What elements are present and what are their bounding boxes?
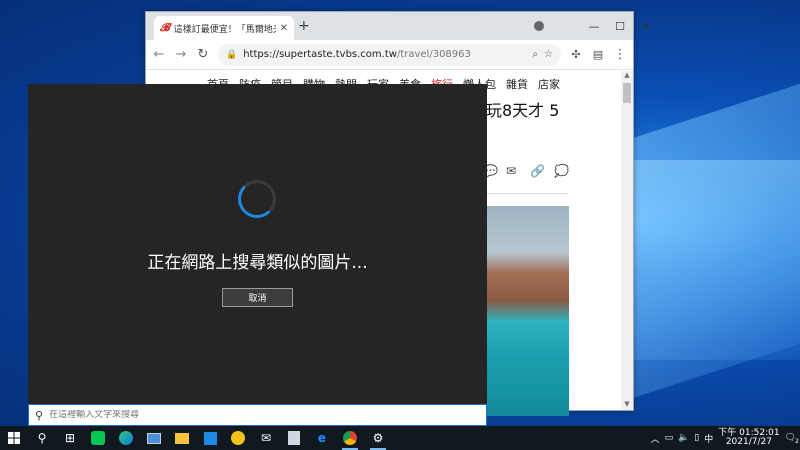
browser-tab[interactable]: 𝓑 這樣訂最便宜！「馬爾地夫 ✕: [154, 16, 294, 40]
tab-bar: 𝓑 這樣訂最便宜！「馬爾地夫 ✕ + — ☐: [146, 12, 633, 40]
chrome-app-icon[interactable]: [336, 426, 364, 450]
reload-button[interactable]: ↻: [196, 47, 210, 62]
store-app-icon[interactable]: [196, 426, 224, 450]
notes-app-icon[interactable]: [280, 426, 308, 450]
divider: [486, 193, 568, 194]
scroll-thumb[interactable]: [623, 83, 631, 103]
system-tray: ︿ ▭ 🔈 ▯ 中 下午 01:52:01 2021/7/27 🗨 2: [651, 426, 800, 450]
nav-item[interactable]: 店家: [538, 76, 560, 93]
lock-icon[interactable]: 🔒: [226, 50, 237, 60]
extensions-icon[interactable]: ✣: [569, 48, 583, 61]
search-input[interactable]: [49, 410, 486, 420]
bookmark-star-icon[interactable]: ☆: [544, 49, 553, 60]
forward-button[interactable]: →: [174, 47, 188, 62]
searching-message: 正在網路上搜尋類似的圖片...: [147, 253, 368, 273]
clock[interactable]: 下午 01:52:01 2021/7/27: [718, 429, 779, 447]
scroll-down-icon[interactable]: ▼: [621, 400, 633, 410]
menu-icon[interactable]: ⋮: [613, 47, 627, 62]
scroll-up-icon[interactable]: ▲: [621, 71, 633, 81]
search-taskbar-icon[interactable]: ⚲: [28, 426, 56, 450]
settings-app-icon[interactable]: ⚙: [364, 426, 392, 450]
notification-center-icon[interactable]: 🗨 2: [785, 433, 799, 445]
tray-chevron-icon[interactable]: ︿: [651, 432, 660, 445]
copy-link-icon[interactable]: 🔗: [530, 164, 545, 178]
tab-close-icon[interactable]: ✕: [280, 23, 288, 34]
site-favicon-icon: 𝓑: [160, 21, 170, 34]
minimize-button[interactable]: —: [581, 12, 607, 40]
tab-title: 這樣訂最便宜！「馬爾地夫: [173, 24, 276, 35]
address-bar[interactable]: 🔒 https://supertaste.tvbs.com.tw/travel/…: [218, 43, 561, 66]
url-text[interactable]: https://supertaste.tvbs.com.tw/travel/30…: [243, 49, 526, 60]
volume-icon[interactable]: 🔈: [678, 433, 689, 443]
edge-app-icon[interactable]: [112, 426, 140, 450]
app-yellow-icon[interactable]: [224, 426, 252, 450]
cancel-button[interactable]: 取消: [222, 288, 293, 307]
chrome-profile-icon[interactable]: [534, 21, 544, 31]
new-tab-button[interactable]: +: [298, 18, 310, 34]
ime-indicator[interactable]: 中: [704, 432, 713, 445]
search-icon: ⚲: [35, 408, 44, 422]
loading-spinner-icon: [238, 180, 276, 218]
remote-desktop-icon[interactable]: [140, 426, 168, 450]
scrollbar[interactable]: ▲ ▼: [621, 71, 633, 410]
taskbar: ⚲ ⊞ ✉ e ⚙ ︿ ▭ 🔈 ▯ 中 下午 01:52:01 2021/7/2…: [0, 426, 800, 450]
article-headline: 玩8天才 5: [486, 101, 560, 120]
start-button[interactable]: [0, 426, 28, 450]
close-button[interactable]: ✕: [633, 12, 659, 40]
browser-toolbar: ← → ↻ 🔒 https://supertaste.tvbs.com.tw/t…: [146, 40, 633, 70]
network-icon[interactable]: ▭: [665, 433, 674, 443]
line-app-icon[interactable]: [84, 426, 112, 450]
power-icon[interactable]: ▯: [694, 433, 699, 443]
maximize-button[interactable]: ☐: [607, 12, 633, 40]
wallpaper-light-beam-2: [630, 160, 800, 360]
back-button[interactable]: ←: [152, 47, 166, 62]
comment-icon[interactable]: 💭: [554, 164, 569, 178]
file-explorer-icon[interactable]: [168, 426, 196, 450]
taskbar-search-box[interactable]: ⚲: [28, 404, 487, 426]
article-photo: [486, 206, 569, 416]
clock-date: 2021/7/27: [725, 437, 772, 447]
ie-app-icon[interactable]: e: [308, 426, 336, 450]
messenger-share-icon[interactable]: ✉: [506, 164, 516, 178]
reading-list-icon[interactable]: ▤: [591, 48, 605, 61]
notification-count: 2: [795, 438, 799, 445]
task-view-icon[interactable]: ⊞: [56, 426, 84, 450]
zoom-icon[interactable]: ⌕: [532, 49, 538, 60]
mail-app-icon[interactable]: ✉: [252, 426, 280, 450]
visual-search-panel: 正在網路上搜尋類似的圖片... 取消: [28, 84, 487, 404]
nav-item[interactable]: 雜貨: [506, 76, 528, 93]
